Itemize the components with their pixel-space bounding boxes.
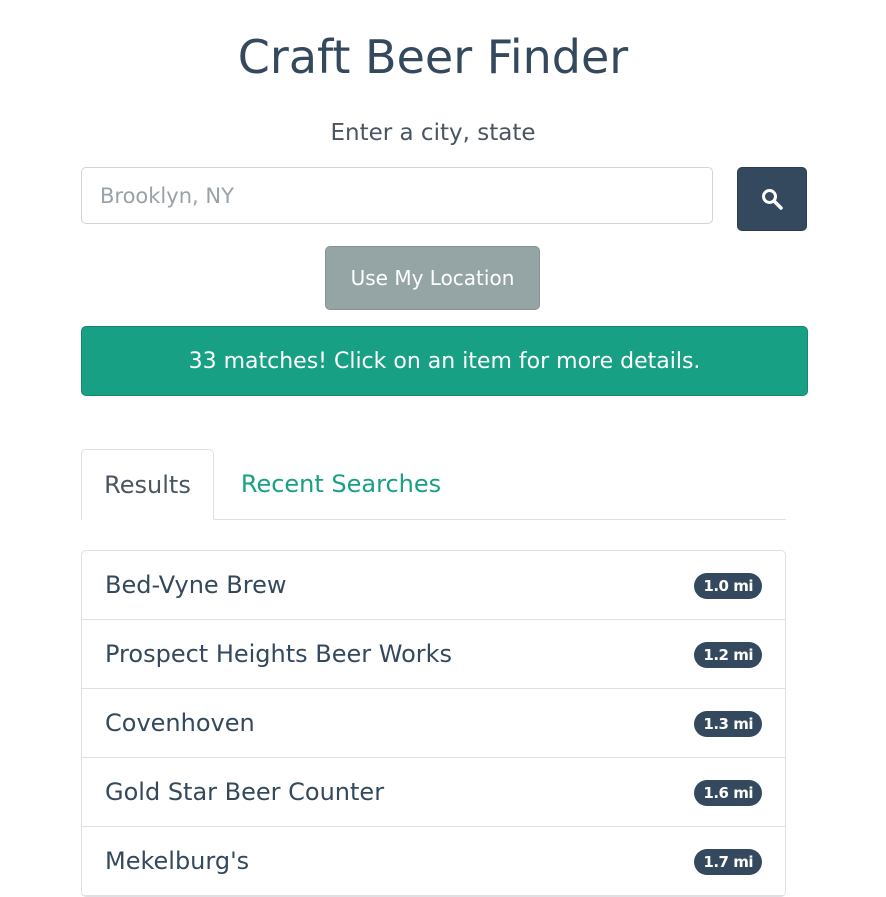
results-alert: 33 matches! Click on an item for more de… bbox=[81, 326, 808, 396]
list-item[interactable]: Bed-Vyne Brew 1.0 mi bbox=[82, 551, 785, 620]
tab-bar: Results Recent Searches bbox=[81, 449, 786, 520]
distance-badge: 1.2 mi bbox=[694, 642, 762, 668]
search-prompt-label: Enter a city, state bbox=[330, 120, 536, 146]
search-icon bbox=[762, 189, 783, 210]
list-item-name: Mekelburg's bbox=[105, 847, 250, 875]
list-item-name: Covenhoven bbox=[105, 709, 255, 737]
tab-recent-searches[interactable]: Recent Searches bbox=[231, 449, 451, 519]
list-item-name: Gold Star Beer Counter bbox=[105, 778, 385, 806]
results-list: Bed-Vyne Brew 1.0 mi Prospect Heights Be… bbox=[81, 550, 786, 897]
distance-badge: 1.6 mi bbox=[694, 780, 762, 806]
list-item[interactable]: Prospect Heights Beer Works 1.2 mi bbox=[82, 620, 785, 689]
list-item[interactable]: Gold Star Beer Counter 1.6 mi bbox=[82, 758, 785, 827]
list-item-name: Bed-Vyne Brew bbox=[105, 571, 287, 599]
page-title: Craft Beer Finder bbox=[237, 30, 629, 84]
use-my-location-button[interactable]: Use My Location bbox=[325, 246, 540, 310]
distance-badge: 1.7 mi bbox=[694, 849, 762, 875]
tab-results[interactable]: Results bbox=[81, 449, 214, 520]
search-button[interactable] bbox=[737, 167, 807, 231]
distance-badge: 1.3 mi bbox=[694, 711, 762, 737]
list-item-name: Prospect Heights Beer Works bbox=[105, 640, 453, 668]
search-input[interactable] bbox=[81, 167, 713, 224]
list-item[interactable]: Covenhoven 1.3 mi bbox=[82, 689, 785, 758]
distance-badge: 1.0 mi bbox=[694, 573, 762, 599]
